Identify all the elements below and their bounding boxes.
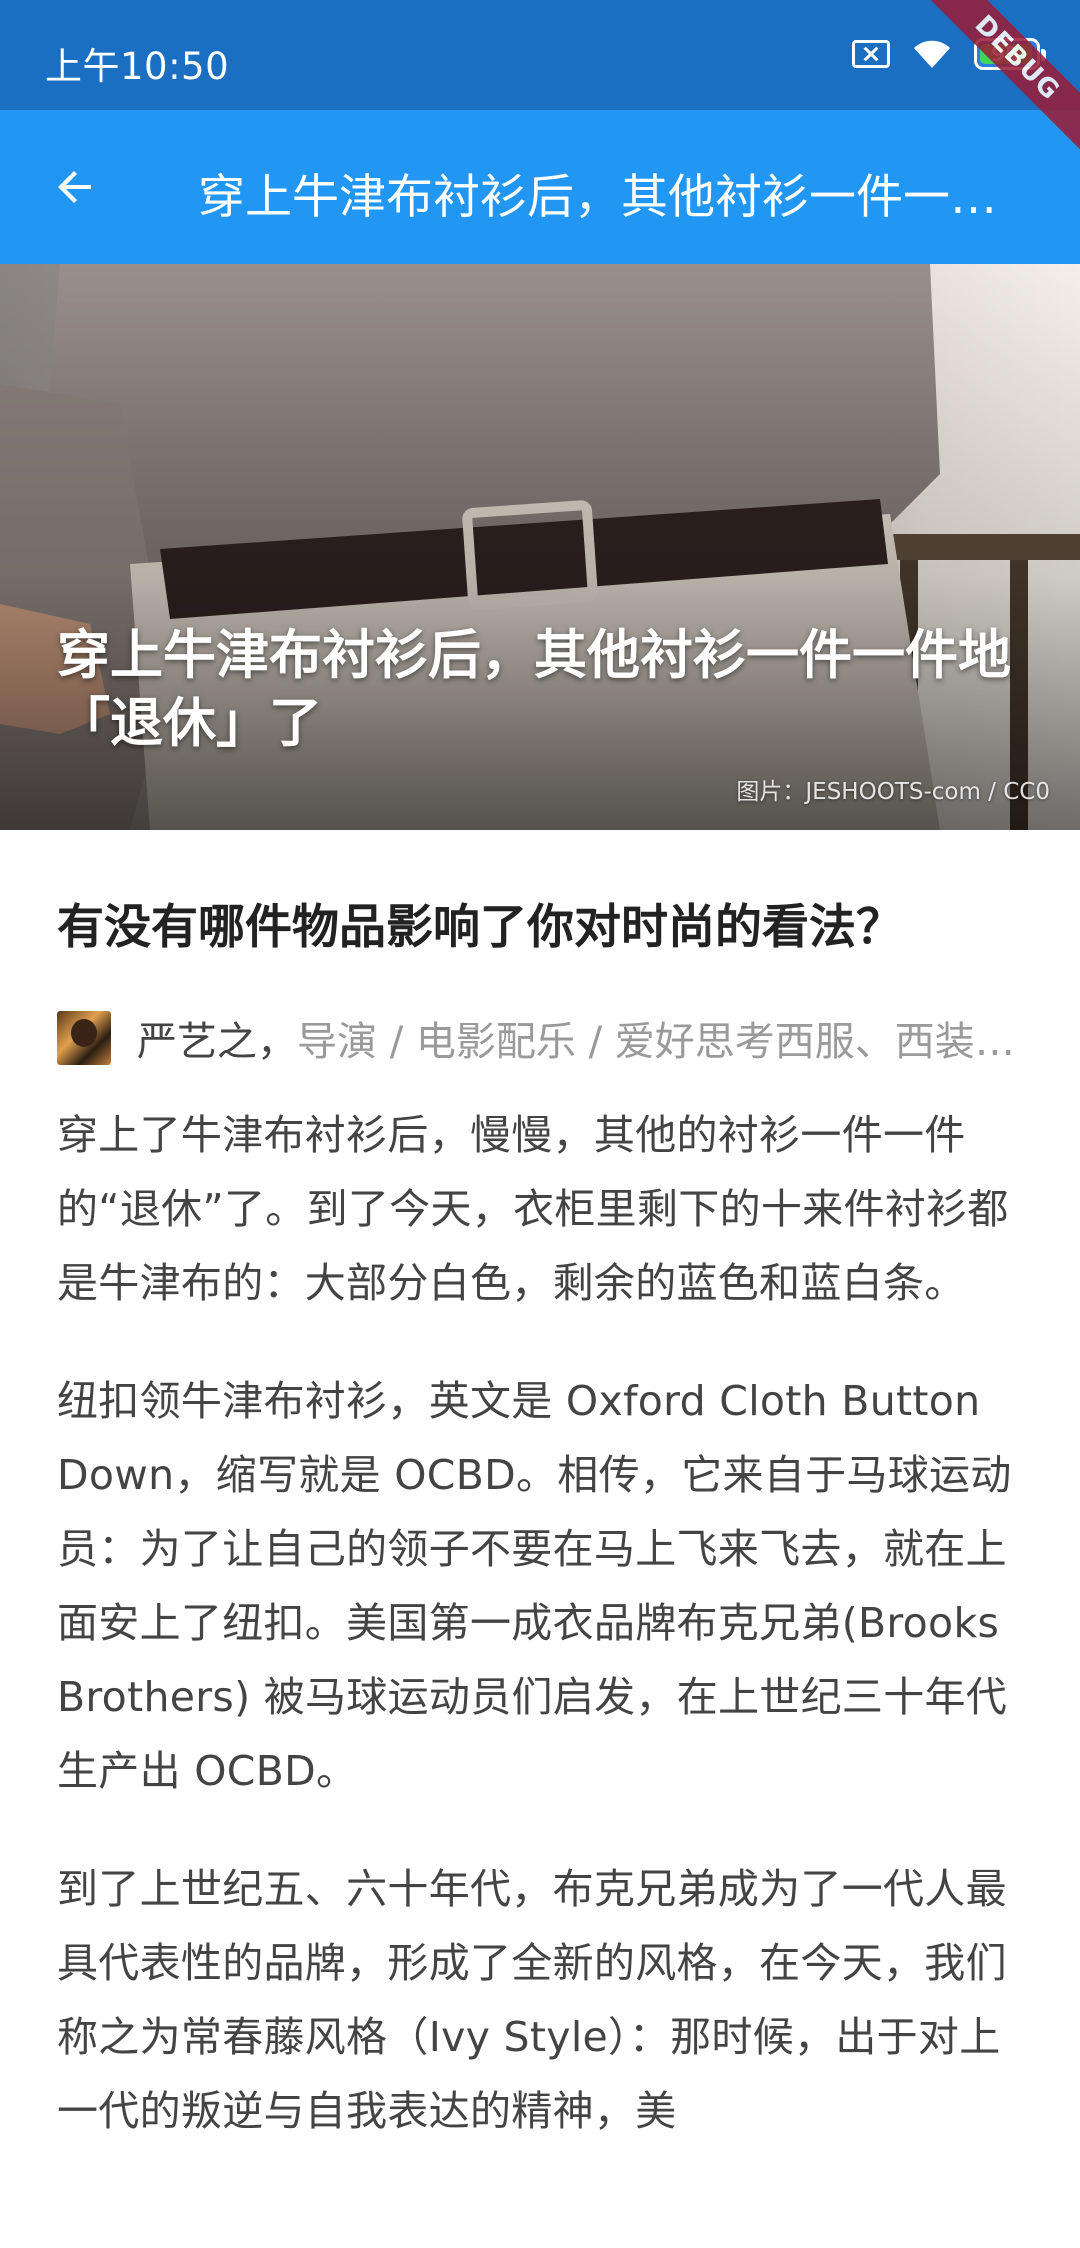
- app-bar: 穿上牛津布衬衫后，其他衬衫一件一件地「退休」了: [0, 110, 1080, 264]
- image-credit: 图片：JESHOOTS-com / CC0: [736, 779, 1050, 805]
- article-paragraph: 纽扣领牛津布衬衫，英文是 Oxford Cloth Button Down，缩写…: [57, 1377, 1012, 1795]
- article-paragraph: 穿上了牛津布衬衫后，慢慢，其他的衬衫一件一件的“退休”了。到了今天，衣柜里剩下的…: [57, 1111, 1009, 1307]
- arrow-left-icon: [58, 171, 91, 203]
- question-title: 有没有哪件物品影响了你对时尚的看法？: [57, 900, 903, 955]
- status-bar: 上午10:50 95: [0, 0, 1080, 110]
- sim-blocked-icon: [852, 40, 890, 68]
- author-row[interactable]: 严艺之， 导演 / 电影配乐 / 爱好思考西服、西装等穿搭话题: [57, 1008, 1023, 1068]
- author-name: 严艺之，: [137, 1019, 297, 1065]
- app-bar-title: 穿上牛津布衬衫后，其他衬衫一件一件地「退休」了: [198, 170, 998, 225]
- avatar[interactable]: [57, 1011, 111, 1065]
- author-bio: 导演 / 电影配乐 / 爱好思考西服、西装等穿搭话题: [297, 1019, 1023, 1065]
- status-time: 上午10:50: [45, 45, 230, 88]
- back-button[interactable]: [40, 152, 110, 222]
- article-body: 有没有哪件物品影响了你对时尚的看法？ 严艺之， 导演 / 电影配乐 / 爱好思考…: [57, 830, 1023, 2148]
- hero-title: 穿上牛津布衬衫后，其他衬衫一件一件地「退休」了: [57, 625, 1011, 754]
- article-paragraph: 到了上世纪五、六十年代，布克兄弟成为了一代人最具代表性的品牌，形成了全新的风格，…: [57, 1865, 1007, 2135]
- wifi-icon: [912, 38, 952, 70]
- hero-image: 穿上牛津布衬衫后，其他衬衫一件一件地「退休」了 图片：JESHOOTS-com …: [0, 264, 1080, 830]
